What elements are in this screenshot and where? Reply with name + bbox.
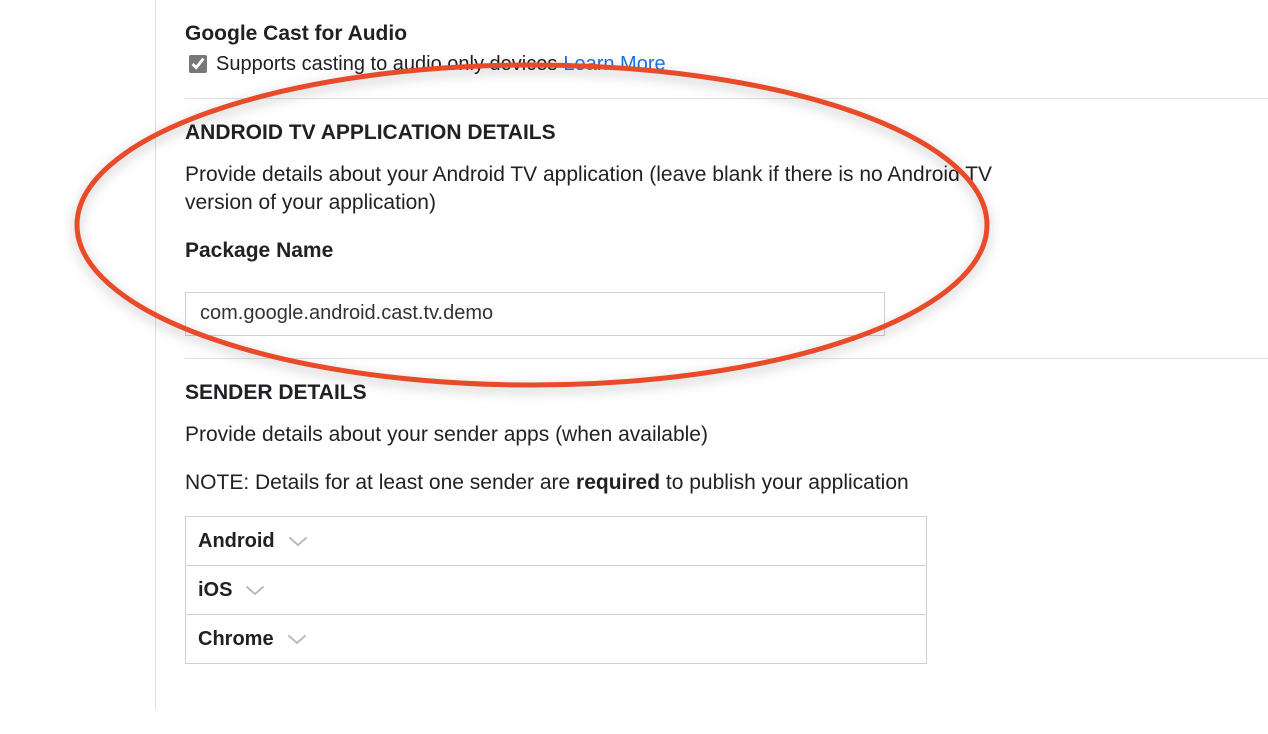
cast-audio-checkbox-label: Supports casting to audio only devices <box>216 53 557 76</box>
sender-note-suffix: to publish your application <box>660 471 909 494</box>
package-name-label: Package Name <box>185 239 1268 263</box>
section-divider <box>185 98 1268 99</box>
sender-item-label: Android <box>198 530 275 553</box>
sender-note-required: required <box>576 471 660 494</box>
sender-details-section: SENDER DETAILS Provide details about you… <box>185 381 1268 664</box>
sender-list: Android iOS Chrome <box>185 516 927 664</box>
section-divider <box>185 358 1268 359</box>
cast-audio-checkbox[interactable] <box>189 55 207 73</box>
sender-note-prefix: NOTE: Details for at least one sender ar… <box>185 471 576 494</box>
cast-audio-title: Google Cast for Audio <box>185 22 1268 46</box>
android-tv-heading: ANDROID TV APPLICATION DETAILS <box>185 121 1268 145</box>
learn-more-link[interactable]: Learn More <box>563 53 665 76</box>
cast-audio-section: Google Cast for Audio Supports casting t… <box>185 22 1268 76</box>
sender-description: Provide details about your sender apps (… <box>185 421 1065 449</box>
package-name-input[interactable] <box>185 292 885 336</box>
sender-note: NOTE: Details for at least one sender ar… <box>185 471 1268 495</box>
caret-down-icon <box>289 530 307 553</box>
sender-item-android[interactable]: Android <box>186 517 926 566</box>
sidebar-divider <box>155 0 156 710</box>
caret-down-icon <box>246 579 264 602</box>
android-tv-description: Provide details about your Android TV ap… <box>185 161 1065 218</box>
main-content: Google Cast for Audio Supports casting t… <box>185 22 1268 664</box>
sender-item-label: iOS <box>198 579 232 602</box>
cast-audio-checkbox-row[interactable]: Supports casting to audio only devices L… <box>185 52 1268 76</box>
sender-item-chrome[interactable]: Chrome <box>186 615 926 664</box>
caret-down-icon <box>288 628 306 651</box>
sender-item-ios[interactable]: iOS <box>186 566 926 615</box>
sender-item-label: Chrome <box>198 628 274 651</box>
sender-heading: SENDER DETAILS <box>185 381 1268 405</box>
android-tv-section: ANDROID TV APPLICATION DETAILS Provide d… <box>185 121 1268 336</box>
